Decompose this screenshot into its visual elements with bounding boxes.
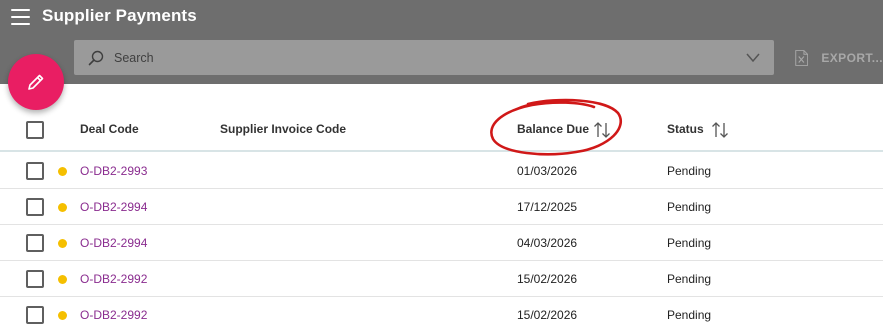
column-header-balance-due[interactable]: Balance Due [517, 122, 589, 136]
status-indicator-dot [58, 203, 67, 212]
export-button[interactable]: EXPORT... [795, 46, 883, 70]
status-cell: Pending [667, 164, 712, 178]
excel-file-icon [795, 50, 809, 66]
deal-code-link[interactable]: O-DB2-2992 [80, 272, 147, 286]
edit-fab-button[interactable] [8, 54, 64, 110]
row-checkbox[interactable] [26, 234, 44, 252]
app-bar: Supplier Payments EXPORT... [0, 0, 883, 84]
page-title: Supplier Payments [42, 6, 197, 25]
row-checkbox[interactable] [26, 306, 44, 324]
status-cell: Pending [667, 236, 712, 250]
table-row[interactable]: O-DB2-2992 15/02/2026 Pending [0, 261, 883, 297]
deal-code-link[interactable]: O-DB2-2992 [80, 308, 147, 322]
status-indicator-dot [58, 239, 67, 248]
chevron-down-icon[interactable] [746, 53, 760, 62]
balance-due-cell: 17/12/2025 [517, 200, 578, 214]
table-row[interactable]: O-DB2-2993 01/03/2026 Pending [0, 153, 883, 189]
balance-due-cell: 15/02/2026 [517, 308, 578, 322]
status-indicator-dot [58, 311, 67, 320]
deal-code-link[interactable]: O-DB2-2994 [80, 236, 147, 250]
balance-due-cell: 01/03/2026 [517, 164, 578, 178]
row-checkbox[interactable] [26, 270, 44, 288]
sort-arrows-icon[interactable] [711, 121, 729, 139]
column-header-deal-code[interactable]: Deal Code [80, 122, 139, 136]
balance-due-cell: 04/03/2026 [517, 236, 578, 250]
status-cell: Pending [667, 272, 712, 286]
pencil-icon [28, 74, 44, 90]
balance-due-cell: 15/02/2026 [517, 272, 578, 286]
table-row[interactable]: O-DB2-2994 04/03/2026 Pending [0, 225, 883, 261]
table-header: Deal Code Supplier Invoice Code Balance … [0, 108, 883, 152]
deal-code-link[interactable]: O-DB2-2994 [80, 200, 147, 214]
table-row[interactable]: O-DB2-2992 15/02/2026 Pending [0, 297, 883, 331]
status-cell: Pending [667, 200, 712, 214]
status-cell: Pending [667, 308, 712, 322]
export-label: EXPORT... [821, 51, 883, 65]
status-indicator-dot [58, 167, 67, 176]
search-bar[interactable] [74, 40, 774, 75]
status-indicator-dot [58, 275, 67, 284]
column-header-status[interactable]: Status [667, 122, 704, 136]
sort-arrows-icon[interactable] [593, 121, 611, 139]
select-all-checkbox[interactable] [26, 121, 44, 139]
search-icon [88, 50, 104, 66]
column-header-supplier-invoice-code[interactable]: Supplier Invoice Code [220, 122, 346, 136]
row-checkbox[interactable] [26, 198, 44, 216]
row-checkbox[interactable] [26, 162, 44, 180]
table-row[interactable]: O-DB2-2994 17/12/2025 Pending [0, 189, 883, 225]
deal-code-link[interactable]: O-DB2-2993 [80, 164, 147, 178]
hamburger-menu-icon[interactable] [11, 9, 31, 25]
search-input[interactable] [114, 40, 734, 75]
